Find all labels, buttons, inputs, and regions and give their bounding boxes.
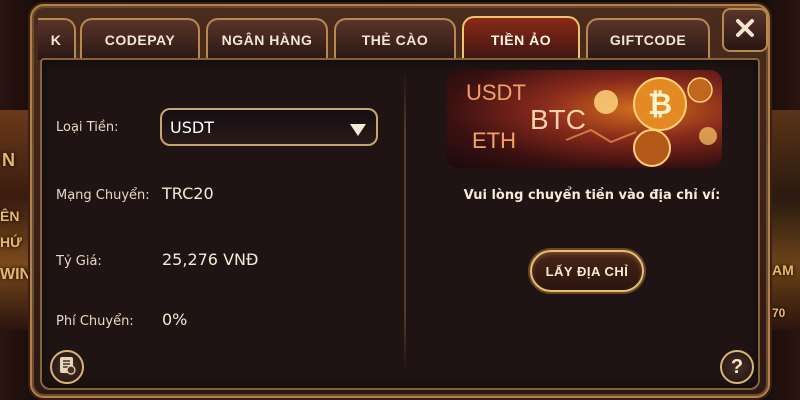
content-panel: Loại Tiền: USDT Mạng Chuyển: TRC20 Tỷ Gi… [40,58,760,390]
tab-label: NGÂN HÀNG [221,32,313,48]
tab-label: GIFTCODE [609,32,687,48]
background-text: AM [772,262,794,278]
triangle-down-icon [350,121,366,140]
tab-bar: K CODEPAY NGÂN HÀNG THẺ CÀO TIỀN ẢO GIFT… [32,12,732,62]
svg-text:₿: ₿ [648,88,672,121]
background-text: ÊN [0,208,20,224]
tab-label: THẺ CÀO [361,32,429,48]
banner-btc-text: BTC [530,104,586,135]
history-icon [57,355,77,379]
close-icon [734,17,756,43]
banner-eth-text: ETH [472,128,516,153]
fee-value: 0% [162,310,188,329]
help-icon: ? [730,355,744,378]
rate-value: 25,276 VNĐ [162,250,259,269]
tab-tien-ao[interactable]: TIỀN ẢO [462,16,580,62]
get-address-button[interactable]: LẤY ĐỊA CHỈ [530,250,644,292]
crypto-banner: ₿ USDT BTC ETH [446,70,722,168]
tab-label: TIỀN ẢO [490,32,552,48]
network-label: Mạng Chuyển: [56,188,150,203]
rate-label: Tỷ Giá: [56,254,102,269]
tab-label: K [50,32,62,48]
background-text: WIN [0,266,32,283]
close-button[interactable] [722,8,768,52]
currency-select[interactable]: USDT [160,108,378,146]
currency-label: Loại Tiền: [56,120,119,135]
tab-partial[interactable]: K [38,18,76,60]
history-button[interactable] [50,350,84,384]
tab-ngan-hang[interactable]: NGÂN HÀNG [206,18,328,60]
tab-the-cao[interactable]: THẺ CÀO [334,18,456,60]
currency-select-value: USDT [170,117,214,137]
instruction-text: Vui lòng chuyển tiền vào địa chỉ ví: [463,188,721,203]
tab-label: CODEPAY [104,32,176,48]
panel-divider [404,72,406,372]
network-value: TRC20 [162,184,214,203]
help-button[interactable]: ? [720,350,754,384]
background-text: HỨ [0,234,22,250]
tab-codepay[interactable]: CODEPAY [80,18,200,60]
deposit-dialog: K CODEPAY NGÂN HÀNG THẺ CÀO TIỀN ẢO GIFT… [30,4,770,398]
banner-usdt-text: USDT [466,80,526,105]
fee-label: Phí Chuyển: [56,314,134,329]
tab-giftcode[interactable]: GIFTCODE [586,18,710,60]
background-text: 70 [772,306,786,320]
background-text: N [2,150,15,170]
